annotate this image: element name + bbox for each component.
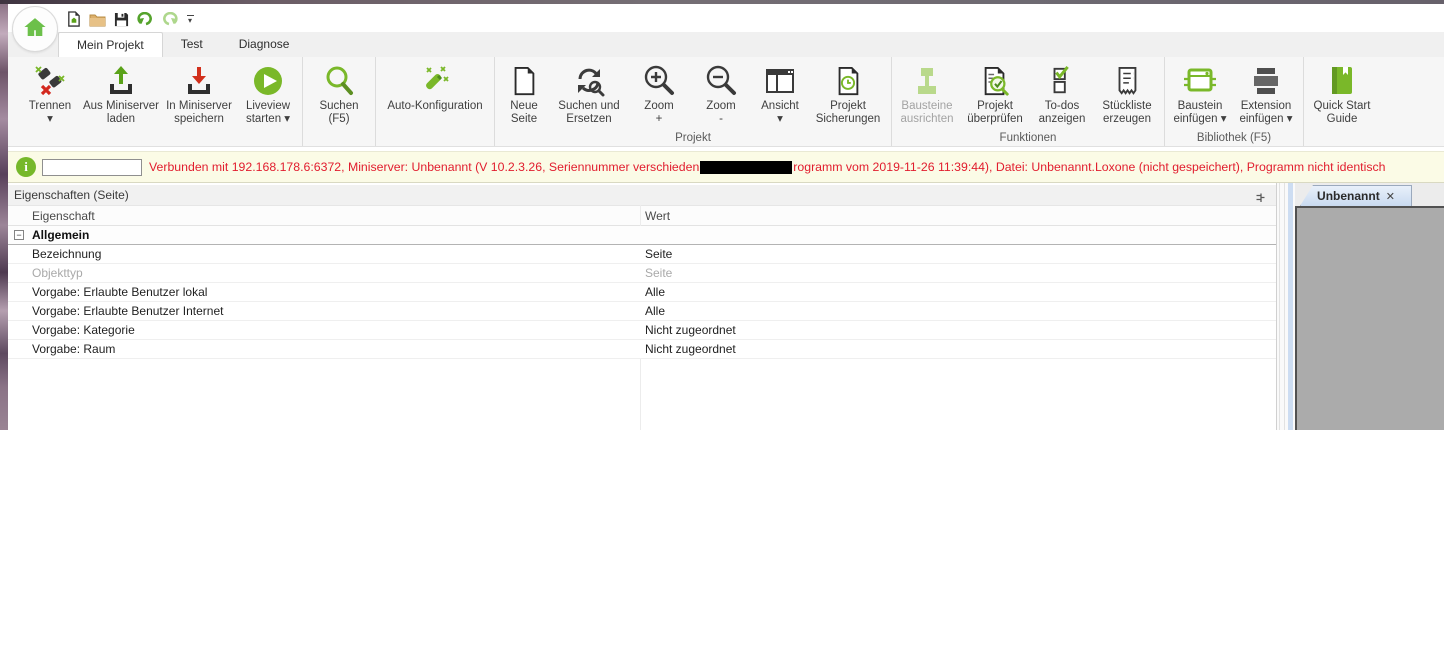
content-area: Eigenschaften (Seite) Eigenschaft Wert −… [8, 183, 1444, 430]
status-message: Verbunden mit 192.168.178.6:6372, Minise… [149, 159, 1386, 175]
todos-anzeigen-button[interactable]: To-dos anzeigen [1031, 59, 1093, 131]
document-tab-unbenannt[interactable]: Unbenannt ✕ [1300, 185, 1412, 206]
column-header-wert[interactable]: Wert [645, 206, 670, 226]
todos-icon [1047, 62, 1077, 100]
ribbon-group-quickstart: Quick Start Guide [1303, 57, 1380, 146]
insert-extension-icon [1250, 62, 1282, 100]
zoom-out-button[interactable]: Zoom - [690, 59, 752, 131]
new-file-icon[interactable] [64, 10, 82, 28]
liveview-starten-button[interactable]: Liveview starten ▾ [237, 59, 299, 131]
ribbon-group-funktionen: Bausteine ausrichten Projekt überprüfen [891, 57, 1164, 146]
splitter-line [1279, 183, 1280, 430]
open-folder-icon[interactable] [88, 10, 106, 28]
bausteine-ausrichten-button[interactable]: Bausteine ausrichten [895, 59, 959, 131]
redo-icon[interactable] [160, 10, 178, 28]
property-row[interactable]: Bezeichnung Seite [8, 245, 1276, 264]
projekt-ueberpruefen-button[interactable]: Projekt überprüfen [959, 59, 1031, 131]
property-row[interactable]: Vorgabe: Erlaubte Benutzer lokal Alle [8, 283, 1276, 302]
search-replace-icon [573, 62, 605, 100]
close-icon[interactable]: ✕ [1386, 191, 1395, 203]
redaction-bar [700, 161, 793, 175]
search-icon [323, 62, 355, 100]
undo-icon[interactable] [136, 10, 154, 28]
neue-seite-button[interactable]: Neue Seite [498, 59, 550, 131]
collapse-expander-icon[interactable]: − [14, 230, 24, 240]
check-project-icon [980, 62, 1010, 100]
page-canvas[interactable] [1295, 206, 1444, 430]
view-tab-strip: Mein Projekt Test Diagnose [8, 32, 1444, 57]
title-bar [8, 4, 1444, 32]
play-icon [252, 62, 284, 100]
magic-wand-icon [419, 62, 451, 100]
quickstart-icon [1328, 62, 1356, 100]
suchen-und-ersetzen-button[interactable]: Suchen und Ersetzen [550, 59, 628, 131]
new-page-icon [509, 62, 539, 100]
ansicht-button[interactable]: Ansicht ▾ [752, 59, 808, 131]
column-header-eigenschaft[interactable]: Eigenschaft [32, 206, 95, 226]
status-bar: i Verbunden mit 192.168.178.6:6372, Mini… [8, 151, 1444, 183]
pin-icon[interactable] [1254, 190, 1266, 202]
property-row[interactable]: Vorgabe: Kategorie Nicht zugeordnet [8, 321, 1276, 340]
screen: ▾ Mein Projekt Test Diagnose Trennen ▾ A… [0, 0, 1444, 648]
auto-konfiguration-button[interactable]: Auto-Konfiguration [379, 59, 491, 131]
property-group-row[interactable]: − Allgemein [8, 226, 1276, 245]
splitter-line [1284, 183, 1285, 430]
disconnect-icon [34, 62, 66, 100]
app-window: ▾ Mein Projekt Test Diagnose Trennen ▾ A… [8, 4, 1444, 430]
properties-panel-title: Eigenschaften (Seite) [8, 185, 1276, 205]
properties-column-headers: Eigenschaft Wert [8, 205, 1276, 226]
ribbon-group-bibliothek: Baustein einfügen ▾ Extension einfügen ▾… [1164, 57, 1303, 146]
extension-einfuegen-button[interactable]: Extension einfügen ▾ [1232, 59, 1300, 131]
quick-start-guide-button[interactable]: Quick Start Guide [1307, 59, 1377, 131]
toolbar-options-icon[interactable]: ▾ [184, 12, 196, 26]
project-backup-icon [833, 62, 863, 100]
insert-block-icon [1183, 62, 1217, 100]
desktop-wallpaper-left [0, 4, 8, 430]
property-row[interactable]: Vorgabe: Raum Nicht zugeordnet [8, 340, 1276, 359]
zoom-in-icon [643, 62, 675, 100]
ribbon: Trennen ▾ Aus Miniserver laden In Minise… [8, 57, 1444, 147]
panel-splitter[interactable] [1277, 183, 1295, 430]
stueckliste-erzeugen-button[interactable]: Stückliste erzeugen [1093, 59, 1161, 131]
download-icon [183, 62, 215, 100]
property-row[interactable]: Objekttyp Seite [8, 264, 1276, 283]
quick-access-toolbar: ▾ [64, 9, 196, 29]
ribbon-group-autokonfig: Auto-Konfiguration [375, 57, 494, 146]
zoom-in-button[interactable]: Zoom + [628, 59, 690, 131]
trennen-button[interactable]: Trennen ▾ [19, 59, 81, 131]
upload-icon [105, 62, 137, 100]
save-icon[interactable] [112, 10, 130, 28]
splitter-highlight [1288, 183, 1293, 430]
property-row[interactable]: Vorgabe: Erlaubte Benutzer Internet Alle [8, 302, 1276, 321]
in-miniserver-speichern-button[interactable]: In Miniserver speichern [161, 59, 237, 131]
document-area: Unbenannt ✕ [1295, 183, 1444, 430]
suchen-f5-button[interactable]: Suchen (F5) [306, 59, 372, 131]
status-input[interactable] [42, 158, 142, 176]
tab-diagnose[interactable]: Diagnose [221, 32, 308, 57]
tab-mein-projekt[interactable]: Mein Projekt [58, 32, 163, 57]
tab-test[interactable]: Test [163, 32, 221, 57]
projekt-sicherungen-button[interactable]: Projekt Sicherungen [808, 59, 888, 131]
home-button[interactable] [12, 6, 58, 52]
parts-list-icon [1112, 62, 1142, 100]
properties-panel: Eigenschaften (Seite) Eigenschaft Wert −… [8, 183, 1277, 430]
zoom-out-icon [705, 62, 737, 100]
home-icon [22, 14, 48, 45]
align-blocks-icon [911, 62, 943, 100]
aus-miniserver-laden-button[interactable]: Aus Miniserver laden [81, 59, 161, 131]
ribbon-group-projekt: Neue Seite Suchen und Ersetzen Zoom + Zo… [494, 57, 891, 146]
info-icon: i [16, 157, 36, 177]
baustein-einfuegen-button[interactable]: Baustein einfügen ▾ [1168, 59, 1232, 131]
view-icon [764, 62, 796, 100]
ribbon-group-suchen: Suchen (F5) [302, 57, 375, 146]
ribbon-group-miniserver: Trennen ▾ Aus Miniserver laden In Minise… [16, 57, 302, 146]
